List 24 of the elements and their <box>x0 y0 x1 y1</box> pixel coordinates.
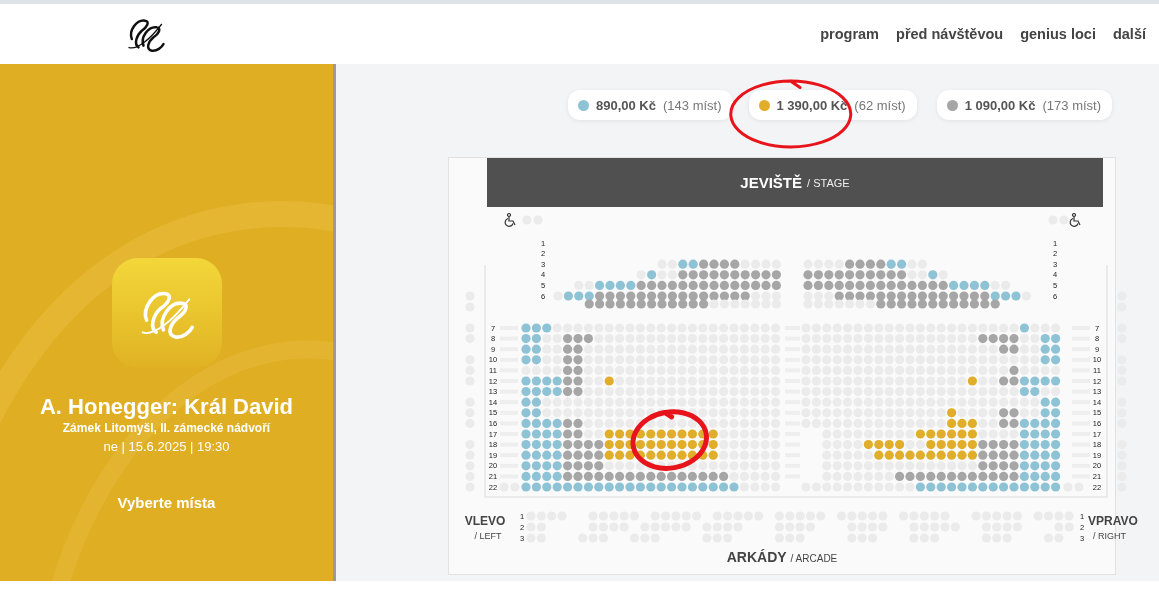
seat-count: (62 míst) <box>854 97 906 113</box>
arcade-sublabel: / ARCADE <box>790 553 838 564</box>
section-label: VLEVO <box>464 514 506 528</box>
event-title: A. Honegger: Král David <box>39 394 293 420</box>
seat-count: (173 míst) <box>1042 97 1101 113</box>
price: 890,00 Kč <box>596 97 656 113</box>
section-sublabel: / RIGHT <box>1093 531 1126 541</box>
nav-link[interactable]: genius loci <box>1020 26 1096 42</box>
price: 1 390,00 Kč <box>776 97 848 113</box>
price: 1 090,00 Kč <box>964 97 1036 113</box>
price-legend-item[interactable]: 1 390,00 Kč (62 míst) <box>748 90 917 120</box>
stage-label: JEVIŠTĚ <box>740 174 803 191</box>
seat-count: (143 míst) <box>663 97 722 113</box>
price-legend-item[interactable]: 890,00 Kč (143 míst) <box>568 90 733 120</box>
event-date: ne | 15.6.2025 | 19:30 <box>103 439 230 454</box>
section-sublabel: / LEFT <box>474 531 502 541</box>
arcade-label: ARKÁDY <box>726 549 787 565</box>
stage-sublabel: / STAGE <box>807 176 850 189</box>
section-label: VPRAVO <box>1088 514 1138 528</box>
event-venue: Zámek Litomyšl, II. zámecké nádvoří <box>62 421 271 435</box>
price-legend-item[interactable]: 1 090,00 Kč (173 míst) <box>936 90 1112 120</box>
nav-link[interactable]: program <box>820 26 880 42</box>
nav-link[interactable]: další <box>1112 26 1146 42</box>
nav-link[interactable]: před návštěvou <box>896 26 1004 42</box>
